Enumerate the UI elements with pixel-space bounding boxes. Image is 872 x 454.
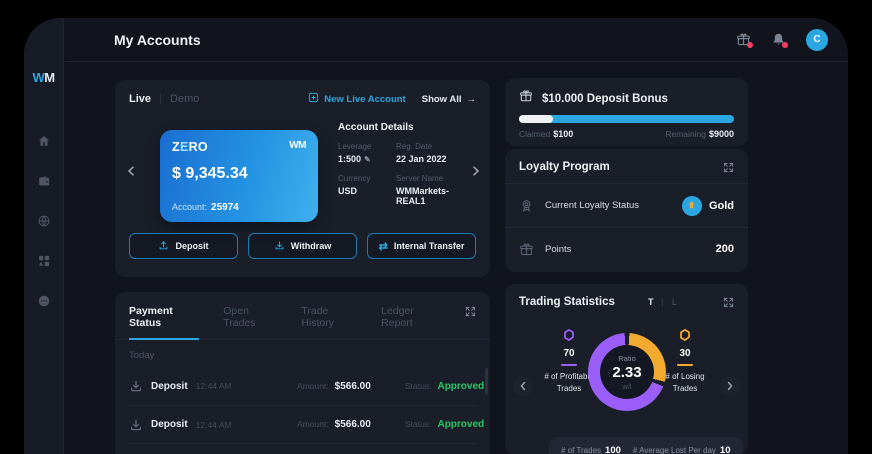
status-badge: Approved	[437, 419, 485, 430]
payment-row[interactable]: Deposit 12:44 AM Amount: $566.00 Status: A…	[129, 367, 484, 405]
loyalty-status-row: Current Loyalty Status Gold	[505, 184, 748, 227]
donut-center: Ratio 2.33 w/l	[600, 345, 654, 399]
payments-tabs: Payment Status Open Trades Trade History…	[115, 292, 490, 340]
user-avatar[interactable]: C	[806, 28, 828, 51]
withdraw-button[interactable]: Withdraw	[248, 233, 357, 259]
bell-icon[interactable]	[771, 32, 788, 48]
card-prev-button[interactable]	[127, 166, 135, 176]
gold-tier-icon	[681, 195, 702, 216]
top-header: My Accounts C	[65, 18, 848, 62]
download-icon	[274, 240, 285, 253]
average-lost-per-day: # Average Lost Per day 10	[632, 444, 731, 454]
trading-statistics-panel: Trading Statistics T | L 70 # of Profita…	[505, 284, 748, 454]
account-details: Account Details Leverage 1:500 ✎ Reg. Dat…	[338, 122, 478, 206]
hexagon-icon	[562, 328, 576, 342]
app-logo: WM	[24, 70, 63, 85]
deposit-bonus-panel: $10.000 Deposit Bonus Claimed $100 Remain…	[505, 78, 748, 146]
gift-icon	[519, 242, 534, 257]
edit-leverage-icon[interactable]: ✎	[364, 155, 371, 164]
tab-separator	[160, 94, 162, 104]
detail-reg-date: Reg. Date 22 Jan 2022	[396, 142, 447, 164]
status-badge: Approved	[437, 380, 485, 392]
hexagon-icon	[678, 328, 692, 342]
bonus-title: $10.000 Deposit Bonus	[542, 92, 668, 105]
payment-row[interactable]: Deposit 12:44 AM Amount: $566.00 Status: A…	[129, 405, 484, 443]
payments-panel: Payment Status Open Trades Trade History…	[115, 292, 490, 454]
medal-icon	[519, 198, 534, 213]
detail-server-name: Server Name WMMarkets-REAL1	[396, 174, 450, 206]
stat-divider	[561, 364, 577, 366]
stats-prev-button[interactable]	[513, 376, 533, 396]
expand-icon[interactable]	[465, 306, 476, 317]
tab-payment-status[interactable]: Payment Status	[129, 305, 200, 340]
gift-icon	[519, 89, 533, 108]
points-value: 200	[715, 243, 734, 255]
notification-dot	[782, 42, 788, 48]
tab-demo[interactable]: Demo	[170, 93, 199, 105]
plus-square-icon	[308, 92, 319, 106]
detail-currency: Currency USD	[338, 174, 371, 196]
group-label: Today	[129, 350, 155, 361]
wallet-icon[interactable]	[37, 174, 51, 193]
account-card[interactable]: ZERO WM $ 9,345.34 Account: 25974	[160, 130, 318, 222]
sidebar-nav	[24, 134, 63, 313]
card-next-button[interactable]	[472, 166, 480, 176]
deposit-row-icon	[129, 379, 143, 393]
app-window: WM My Accounts C Live Demo New Live Acco…	[24, 18, 848, 454]
page-title: My Accounts	[114, 31, 201, 48]
transfer-icon: ⇄	[378, 240, 388, 253]
arrow-right-icon: →	[466, 93, 477, 105]
bonus-progress-bar[interactable]	[519, 115, 734, 123]
remaining-label: Remaining $9000	[665, 129, 734, 139]
internal-transfer-button[interactable]: ⇄ Internal Transfer	[367, 233, 476, 259]
tab-trade-history[interactable]: Trade History	[301, 305, 357, 338]
account-details-title: Account Details	[338, 122, 414, 133]
home-icon[interactable]	[37, 134, 51, 153]
payment-row-partial[interactable]	[129, 443, 476, 454]
widgets-icon[interactable]	[37, 254, 51, 273]
card-logo: WM	[289, 140, 306, 151]
accounts-panel-header: Live Demo New Live Account Show All →	[115, 80, 490, 106]
sidebar: WM	[24, 18, 64, 454]
show-all-button[interactable]: Show All →	[422, 94, 476, 105]
trades-lots-toggle[interactable]: T | L	[648, 297, 677, 307]
stat-divider	[677, 364, 693, 366]
more-icon[interactable]	[37, 294, 51, 313]
globe-icon[interactable]	[37, 214, 51, 233]
total-trades: # of Trades 100	[561, 444, 621, 454]
expand-icon[interactable]	[723, 297, 734, 308]
notification-dot	[747, 42, 753, 48]
account-actions: Deposit Withdraw ⇄ Internal Transfer	[129, 233, 476, 259]
card-brand: ZERO	[172, 140, 208, 154]
loyalty-points-row: Points 200	[505, 227, 748, 270]
tab-open-trades[interactable]: Open Trades	[223, 305, 277, 338]
tab-live[interactable]: Live	[129, 93, 151, 105]
logo-letter-w: W	[32, 70, 45, 85]
deposit-button[interactable]: Deposit	[129, 233, 238, 259]
accounts-panel: Live Demo New Live Account Show All → ZE…	[115, 80, 490, 277]
promotions-button[interactable]	[736, 32, 753, 48]
bonus-progress-claimed	[519, 115, 554, 123]
stats-next-button[interactable]	[720, 376, 740, 396]
tab-ledger-report[interactable]: Ledger Report	[381, 305, 441, 338]
card-balance: $ 9,345.34	[172, 165, 248, 182]
stats-title: Trading Statistics	[519, 296, 615, 308]
card-account-number: Account: 25974	[172, 202, 239, 213]
loyalty-panel: Loyalty Program Current Loyalty Status G…	[505, 149, 748, 272]
detail-leverage: Leverage 1:500 ✎	[338, 142, 372, 164]
loyalty-title: Loyalty Program	[519, 161, 610, 173]
expand-icon[interactable]	[723, 162, 734, 173]
claimed-label: Claimed $100	[519, 129, 574, 139]
losing-trades-stat: 30 # of Losing Trades	[653, 328, 717, 396]
new-live-account-button[interactable]: New Live Account	[308, 92, 406, 106]
scrollbar-thumb[interactable]	[485, 368, 488, 394]
deposit-row-icon	[129, 418, 143, 432]
stats-footer: # of Trades 100 # Average Lost Per day 10	[549, 437, 743, 454]
loyalty-status-value: Gold	[708, 199, 734, 212]
header-actions: C	[736, 28, 848, 51]
logo-letter-m: M	[44, 70, 55, 85]
upload-icon	[158, 240, 169, 253]
